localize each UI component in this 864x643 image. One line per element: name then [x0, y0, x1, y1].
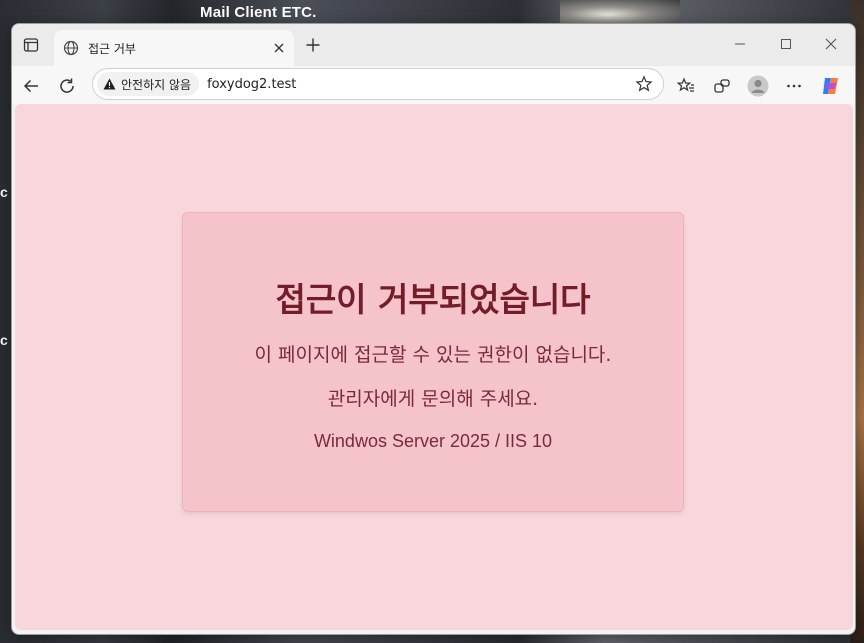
- desktop-photo: [560, 0, 680, 24]
- new-tab-button[interactable]: [302, 34, 324, 56]
- background-text-fragment: c: [0, 332, 8, 348]
- collections-icon: [714, 79, 730, 93]
- error-heading: 접근이 거부되었습니다: [275, 280, 591, 319]
- error-card: 접근이 거부되었습니다 이 페이지에 접근할 수 있는 권한이 없습니다. 관리…: [182, 212, 684, 512]
- maximize-icon: [781, 39, 791, 49]
- copilot-icon: [823, 78, 838, 94]
- back-icon: [23, 79, 38, 93]
- background-window-title: Mail Client ETC.: [200, 4, 317, 21]
- background-text-fragment: c: [0, 184, 8, 200]
- profile-icon: [747, 75, 769, 97]
- plus-icon: [306, 38, 320, 52]
- title-bar: 접근 거부: [12, 24, 855, 66]
- more-button[interactable]: [781, 73, 807, 99]
- add-favorite-icon[interactable]: [633, 73, 655, 95]
- browser-window: 접근 거부 안전하지 않음 foxydog2.test 접근이 거부되었습니다 …: [11, 23, 856, 635]
- favorites-icon: [677, 77, 694, 92]
- address-bar[interactable]: 안전하지 않음 foxydog2.test: [92, 68, 664, 100]
- security-indicator[interactable]: 안전하지 않음: [97, 72, 200, 96]
- page-viewport: 접근이 거부되었습니다 이 페이지에 접근할 수 있는 권한이 없습니다. 관리…: [15, 104, 853, 630]
- error-message: 이 페이지에 접근할 수 있는 권한이 없습니다.: [254, 344, 612, 366]
- warning-icon: [103, 78, 116, 90]
- tab-active[interactable]: 접근 거부: [54, 30, 294, 66]
- minimize-icon: [735, 43, 745, 45]
- refresh-icon: [60, 78, 74, 93]
- server-info: Windwos Server 2025 / IIS 10: [313, 431, 553, 451]
- back-button[interactable]: [18, 73, 44, 99]
- collections-button[interactable]: [709, 73, 735, 99]
- tab-actions-button[interactable]: [20, 34, 42, 56]
- globe-icon: [62, 39, 80, 57]
- security-label: 안전하지 않음: [121, 77, 192, 92]
- close-window-button[interactable]: [811, 32, 851, 56]
- close-icon: [825, 38, 837, 50]
- minimize-button[interactable]: [720, 32, 760, 56]
- copilot-button[interactable]: [818, 73, 844, 99]
- tab-actions-icon: [23, 38, 39, 52]
- more-icon: [787, 84, 801, 88]
- contact-message: 관리자에게 문의해 주세요.: [327, 388, 539, 410]
- url-text[interactable]: foxydog2.test: [207, 77, 296, 92]
- favorites-button[interactable]: [673, 73, 699, 99]
- refresh-button[interactable]: [54, 73, 80, 99]
- close-tab-icon[interactable]: [270, 39, 288, 57]
- maximize-button[interactable]: [766, 32, 806, 56]
- profile-button[interactable]: [745, 73, 771, 99]
- tab-title: 접근 거부: [88, 41, 136, 56]
